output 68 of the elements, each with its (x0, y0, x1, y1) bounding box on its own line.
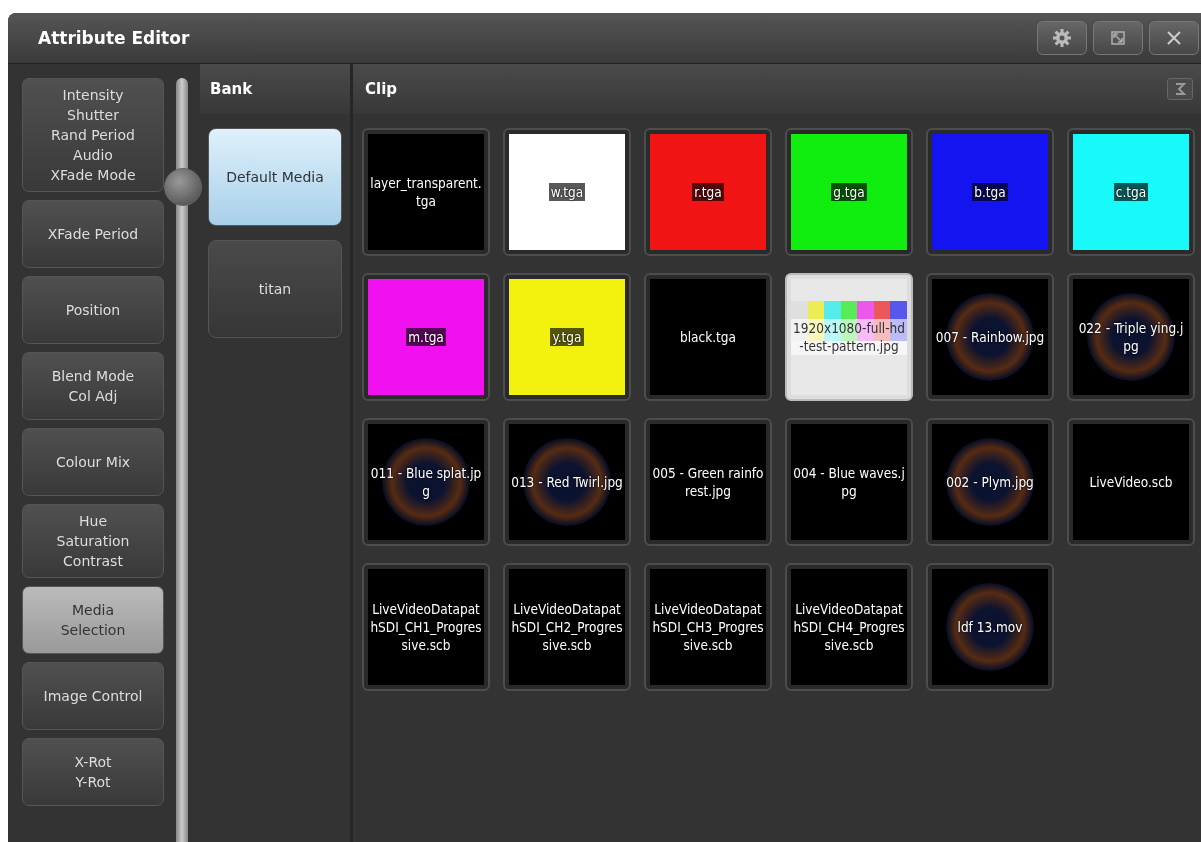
settings-button[interactable] (1037, 21, 1087, 55)
clip-label: c.tga (1113, 183, 1149, 201)
clip-label: y.tga (550, 328, 584, 346)
clip-tile[interactable]: 011 - Blue splat.jpg (362, 418, 490, 546)
clip-tile[interactable]: 007 - Rainbow.jpg (926, 273, 1054, 401)
resize-icon (1108, 28, 1128, 48)
clip-tile[interactable]: LiveVideoDatapathSDI_CH4_Progressive.scb (785, 563, 913, 691)
clip-label: 1920x1080-full-hd-test-pattern.jpg (791, 319, 907, 355)
attribute-button[interactable]: Colour Mix (22, 428, 164, 496)
clip-tile[interactable]: 005 - Green rainforest.jpg (644, 418, 772, 546)
clip-tile[interactable]: g.tga (785, 128, 913, 256)
bank-item[interactable]: Default Media (208, 128, 342, 226)
clip-label: 011 - Blue splat.jpg (369, 464, 483, 500)
clip-label: 004 - Blue waves.jpg (792, 464, 906, 500)
clip-tile[interactable]: LiveVideo.scb (1067, 418, 1195, 546)
attribute-button[interactable]: Intensity Shutter Rand Period Audio XFade Mode (22, 78, 164, 192)
clip-tile[interactable]: 1920x1080-full-hd-test-pattern.jpg (785, 273, 913, 401)
bank-heading: Bank (210, 80, 253, 98)
clip-tile[interactable]: y.tga (503, 273, 631, 401)
resize-button[interactable] (1093, 21, 1143, 55)
clip-tile[interactable]: black.tga (644, 273, 772, 401)
scroll-track[interactable] (176, 78, 188, 842)
clip-tile[interactable]: w.tga (503, 128, 631, 256)
clip-tile[interactable]: layer_transparent.tga (362, 128, 490, 256)
attribute-button[interactable]: X-Rot Y-Rot (22, 738, 164, 806)
clip-label: LiveVideoDatapathSDI_CH2_Progressive.scb (510, 600, 624, 654)
attribute-button[interactable]: Media Selection (22, 586, 164, 654)
scroll-thumb[interactable] (164, 168, 202, 206)
clip-tile[interactable]: r.tga (644, 128, 772, 256)
clip-tile[interactable]: 002 - Plym.jpg (926, 418, 1054, 546)
clip-tile[interactable]: b.tga (926, 128, 1054, 256)
clip-label: 013 - Red Twirl.jpg (510, 473, 624, 491)
clip-label: 002 - Plym.jpg (945, 473, 1035, 491)
clip-label: m.tga (406, 328, 446, 346)
attribute-button[interactable]: Image Control (22, 662, 164, 730)
clip-label: LiveVideoDatapathSDI_CH4_Progressive.scb (792, 600, 906, 654)
clip-label: 005 - Green rainforest.jpg (651, 464, 765, 500)
clip-tile[interactable]: LiveVideoDatapathSDI_CH1_Progressive.scb (362, 563, 490, 691)
clip-tile[interactable]: LiveVideoDatapathSDI_CH2_Progressive.scb (503, 563, 631, 691)
close-button[interactable] (1149, 21, 1199, 55)
attribute-button[interactable]: Hue Saturation Contrast (22, 504, 164, 578)
clip-label: g.tga (831, 183, 867, 201)
clip-label: ldf 13.mov (956, 618, 1024, 636)
clip-tile[interactable]: m.tga (362, 273, 490, 401)
attribute-button[interactable]: XFade Period (22, 200, 164, 268)
clip-label: LiveVideoDatapathSDI_CH3_Progressive.scb (651, 600, 765, 654)
clip-tile[interactable]: 022 - Triple ying.jpg (1067, 273, 1195, 401)
attribute-button[interactable]: Blend Mode Col Adj (22, 352, 164, 420)
clip-label: LiveVideoDatapathSDI_CH1_Progressive.scb (369, 600, 483, 654)
clip-label: r.tga (692, 183, 724, 201)
clip-label: 007 - Rainbow.jpg (934, 328, 1046, 346)
clip-label: b.tga (972, 183, 1008, 201)
clip-tile[interactable]: ldf 13.mov (926, 563, 1054, 691)
clip-label: layer_transparent.tga (369, 174, 483, 210)
clip-tile[interactable]: c.tga (1067, 128, 1195, 256)
clip-label: black.tga (679, 328, 737, 346)
bank-item[interactable]: titan (208, 240, 342, 338)
clip-tile[interactable]: 013 - Red Twirl.jpg (503, 418, 631, 546)
clip-tile[interactable]: 004 - Blue waves.jpg (785, 418, 913, 546)
clip-heading: Clip (365, 80, 398, 98)
settings-icon (1052, 28, 1072, 48)
window-title: Attribute Editor (38, 28, 190, 48)
clip-label: w.tga (548, 183, 586, 201)
attribute-button[interactable]: Position (22, 276, 164, 344)
clip-tile[interactable]: LiveVideoDatapathSDI_CH3_Progressive.scb (644, 563, 772, 691)
clip-label: 022 - Triple ying.jpg (1077, 319, 1185, 355)
clip-label: LiveVideo.scb (1088, 473, 1174, 491)
close-icon (1165, 29, 1183, 47)
